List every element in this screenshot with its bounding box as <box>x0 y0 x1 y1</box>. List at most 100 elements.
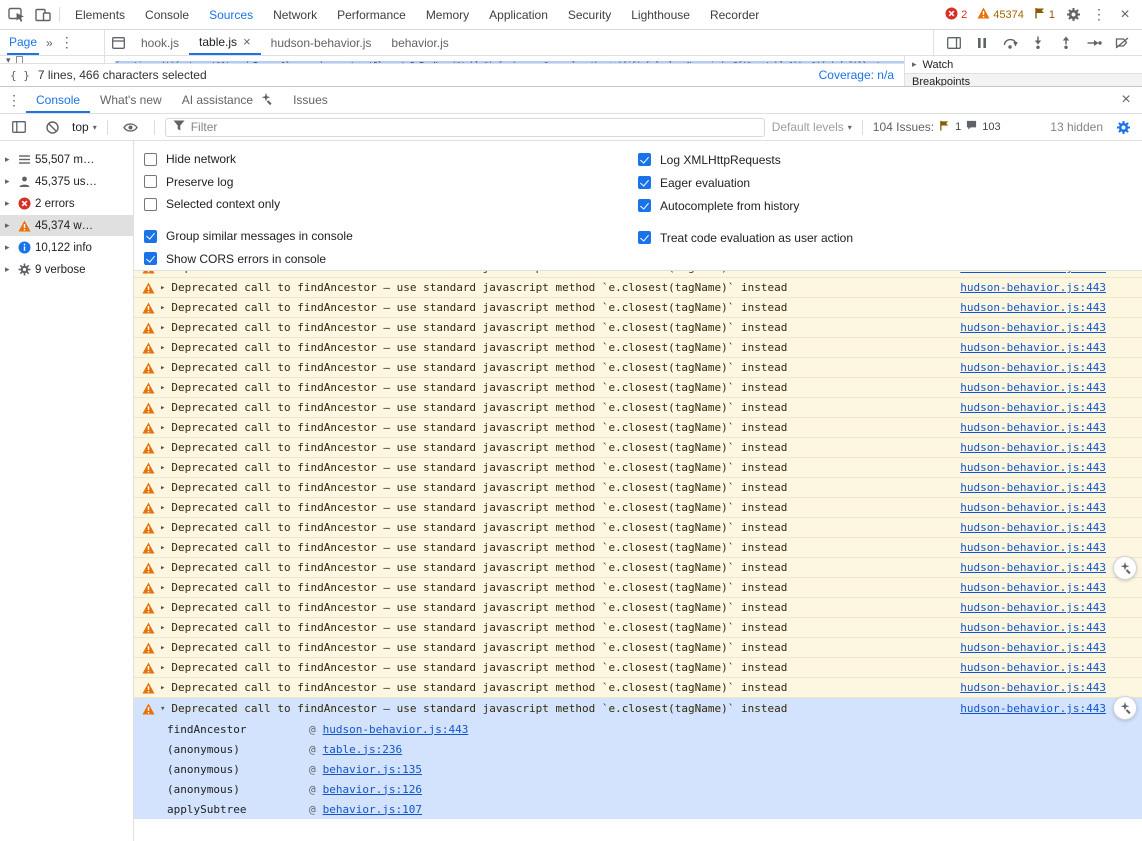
navigator-tree-sliver[interactable]: ▾ <box>0 56 105 63</box>
tab-lighthouse[interactable]: Lighthouse <box>621 0 700 29</box>
drawer-tab-what-s-new[interactable]: What's new <box>90 87 172 113</box>
step-out-icon[interactable] <box>1052 31 1080 55</box>
disclosure-arrow-icon[interactable]: ▸ <box>5 154 14 165</box>
console-warning-row[interactable]: ▸Deprecated call to findAncestor – use s… <box>134 278 1142 298</box>
source-location-link[interactable]: hudson-behavior.js:443 <box>948 601 1106 614</box>
console-warning-row[interactable]: ▸Deprecated call to findAncestor – use s… <box>134 498 1142 518</box>
stack-location-link[interactable]: table.js:236 <box>323 743 402 756</box>
console-warning-row[interactable]: ▸Deprecated call to findAncestor – use s… <box>134 338 1142 358</box>
expand-arrow-icon[interactable]: ▸ <box>160 403 165 413</box>
expand-arrow-icon[interactable]: ▸ <box>160 463 165 473</box>
tab-security[interactable]: Security <box>558 0 621 29</box>
tab-performance[interactable]: Performance <box>327 0 416 29</box>
deactivate-breakpoints-icon[interactable] <box>1108 31 1136 55</box>
source-location-link[interactable]: hudson-behavior.js:443 <box>948 541 1106 554</box>
source-location-link[interactable]: hudson-behavior.js:443 <box>948 681 1106 694</box>
close-tab-icon[interactable]: × <box>243 34 251 49</box>
console-warning-row[interactable]: ▸Deprecated call to findAncestor – use s… <box>134 638 1142 658</box>
checkbox-group-similar-messages-in-console[interactable]: Group similar messages in console <box>144 225 638 248</box>
expand-arrow-icon[interactable]: ▸ <box>160 623 165 633</box>
collapse-arrow-icon[interactable]: ▾ <box>160 704 165 714</box>
close-drawer-icon[interactable]: × <box>1112 87 1140 113</box>
javascript-context-selector[interactable]: top ▾ <box>72 120 97 134</box>
console-warning-row[interactable]: ▸Deprecated call to findAncestor – use s… <box>134 578 1142 598</box>
step-over-icon[interactable] <box>996 31 1024 55</box>
drawer-tab-ai-assistance[interactable]: AI assistance <box>172 87 283 113</box>
disclosure-arrow-icon[interactable]: ▸ <box>5 242 14 253</box>
ai-insight-button[interactable] <box>1113 696 1137 720</box>
console-warning-row[interactable]: ▸Deprecated call to findAncestor – use s… <box>134 398 1142 418</box>
expand-arrow-icon[interactable]: ▸ <box>160 363 165 373</box>
console-sidebar-toggle-icon[interactable] <box>6 115 32 139</box>
stack-location-link[interactable]: hudson-behavior.js:443 <box>323 723 469 736</box>
disclosure-arrow-icon[interactable]: ▸ <box>5 198 14 209</box>
step-icon[interactable] <box>1080 31 1108 55</box>
tree-disclosure-icon[interactable]: ▾ <box>6 56 11 63</box>
source-location-link[interactable]: hudson-behavior.js:443 <box>948 561 1106 574</box>
clear-console-icon[interactable] <box>39 115 65 139</box>
file-tab-hudson-behavior-js[interactable]: hudson-behavior.js <box>261 30 382 55</box>
source-location-link[interactable]: hudson-behavior.js:443 <box>948 381 1106 394</box>
drawer-tab-issues[interactable]: Issues <box>283 87 338 113</box>
tab-memory[interactable]: Memory <box>416 0 479 29</box>
console-sidebar-item-45-375-us[interactable]: ▸45,375 us… <box>0 171 133 192</box>
expand-arrow-icon[interactable]: ▸ <box>160 443 165 453</box>
filter-input[interactable] <box>191 120 757 134</box>
tab-console[interactable]: Console <box>135 0 199 29</box>
expand-arrow-icon[interactable]: ▸ <box>160 343 165 353</box>
expand-arrow-icon[interactable]: ▸ <box>160 683 165 693</box>
source-location-link[interactable]: hudson-behavior.js:443 <box>948 581 1106 594</box>
source-location-link[interactable]: hudson-behavior.js:443 <box>948 521 1106 534</box>
ai-insight-button[interactable] <box>1113 556 1137 580</box>
device-toolbar-icon[interactable] <box>30 3 56 27</box>
expand-arrow-icon[interactable]: ▸ <box>160 303 165 313</box>
live-expression-eye-icon[interactable] <box>118 115 144 139</box>
drawer-tab-console[interactable]: Console <box>26 87 90 113</box>
tab-sources[interactable]: Sources <box>199 0 263 29</box>
checkbox-log-xmlhttprequests[interactable]: Log XMLHttpRequests <box>638 148 1132 171</box>
more-navigator-tabs-icon[interactable]: » <box>46 36 53 50</box>
source-location-link[interactable]: hudson-behavior.js:443 <box>948 621 1106 634</box>
disclosure-arrow-icon[interactable]: ▸ <box>5 264 14 275</box>
console-warning-row[interactable]: ▸Deprecated call to findAncestor – use s… <box>134 678 1142 698</box>
checkbox-hide-network[interactable]: Hide network <box>144 148 638 171</box>
console-sidebar-item-55-507-m[interactable]: ▸55,507 m… <box>0 149 133 170</box>
checkbox-selected-context-only[interactable]: Selected context only <box>144 193 638 216</box>
drawer-menu-icon[interactable]: ⋮ <box>2 87 26 113</box>
console-warning-row[interactable]: ▸Deprecated call to findAncestor – use s… <box>134 478 1142 498</box>
source-location-link[interactable]: hudson-behavior.js:443 <box>948 641 1106 654</box>
inspect-element-icon[interactable] <box>4 3 30 27</box>
more-options-icon[interactable]: ⋮ <box>1086 3 1112 27</box>
source-location-link[interactable]: hudson-behavior.js:443 <box>948 661 1106 674</box>
source-location-link[interactable]: hudson-behavior.js:443 <box>948 461 1106 474</box>
source-location-link[interactable]: hudson-behavior.js:443 <box>948 361 1106 374</box>
disclosure-arrow-icon[interactable]: ▸ <box>5 220 14 231</box>
source-location-link[interactable]: hudson-behavior.js:443 <box>948 401 1106 414</box>
tab-application[interactable]: Application <box>479 0 558 29</box>
console-warning-row[interactable]: ▸Deprecated call to findAncestor – use s… <box>134 658 1142 678</box>
warning-count-badge[interactable]: 45374 <box>977 7 1024 22</box>
checkbox-preserve-log[interactable]: Preserve log <box>144 171 638 194</box>
code-editor[interactable]: function e(t){return t&&t.nodeType==1}va… <box>105 56 904 63</box>
stack-location-link[interactable]: behavior.js:107 <box>323 803 422 816</box>
file-tab-behavior-js[interactable]: behavior.js <box>381 30 458 55</box>
checkbox-autocomplete-from-history[interactable]: Autocomplete from history <box>638 194 1132 217</box>
stack-location-link[interactable]: behavior.js:135 <box>323 763 422 776</box>
console-warning-row[interactable]: ▸Deprecated call to findAncestor – use s… <box>134 271 1142 278</box>
source-location-link[interactable]: hudson-behavior.js:443 <box>948 301 1106 314</box>
step-into-icon[interactable] <box>1024 31 1052 55</box>
console-sidebar-item-10-122-info[interactable]: ▸10,122 info <box>0 237 133 258</box>
source-location-link[interactable]: hudson-behavior.js:443 <box>948 441 1106 454</box>
expand-arrow-icon[interactable]: ▸ <box>160 663 165 673</box>
expand-arrow-icon[interactable]: ▸ <box>160 271 165 273</box>
issue-count-badge[interactable]: 1 <box>1034 7 1055 22</box>
console-warning-row[interactable]: ▸Deprecated call to findAncestor – use s… <box>134 318 1142 338</box>
expand-arrow-icon[interactable]: ▸ <box>160 563 165 573</box>
error-count-badge[interactable]: 2 <box>945 7 967 23</box>
navigator-menu-icon[interactable]: ⋮ <box>60 34 74 51</box>
console-warning-row[interactable]: ▸Deprecated call to findAncestor – use s… <box>134 438 1142 458</box>
console-sidebar-item-2-errors[interactable]: ▸2 errors <box>0 193 133 214</box>
expand-arrow-icon[interactable]: ▸ <box>160 283 165 293</box>
expand-arrow-icon[interactable]: ▸ <box>160 483 165 493</box>
tab-elements[interactable]: Elements <box>65 0 135 29</box>
